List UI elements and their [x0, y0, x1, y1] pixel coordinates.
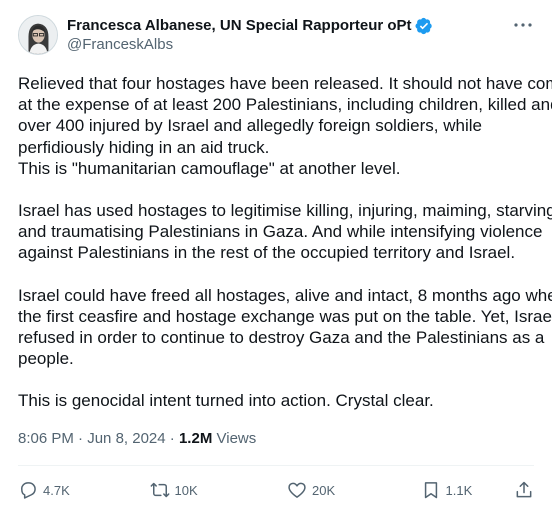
paragraph: Relieved that four hostages have been re… [18, 73, 552, 179]
more-options-icon[interactable] [512, 18, 534, 32]
text-line: Israel could have freed all hostages, al… [18, 285, 552, 305]
heart-icon [287, 480, 307, 500]
text-line: over 400 injured by Israel and allegedly… [18, 116, 482, 136]
avatar-image [19, 16, 57, 54]
tweet: Francesca Albanese, UN Special Rapporteu… [0, 0, 552, 511]
text-line: refused in order to continue to destroy … [18, 328, 545, 348]
paragraph: Israel could have freed all hostages, al… [18, 285, 552, 370]
timestamp-time[interactable]: 8:06 PM [18, 430, 74, 447]
paragraph: Israel has used hostages to legitimise k… [18, 200, 552, 264]
divider [18, 465, 534, 466]
text-line: perfidiously hiding in an aid truck. [18, 137, 270, 157]
text-line: at the expense of at least 200 Palestini… [18, 95, 552, 115]
text-line: This is genocidal intent turned into act… [18, 391, 434, 411]
timestamp-date[interactable]: Jun 8, 2024 [87, 430, 165, 447]
bookmark-count: 1.1K [445, 482, 473, 498]
bookmark-icon [421, 480, 441, 500]
repost-button[interactable]: 10K [150, 480, 220, 500]
text-line: against Palestinians in the rest of the … [18, 243, 516, 263]
text-line: Relieved that four hostages have been re… [18, 74, 552, 93]
author-names: Francesca Albanese, UN Special Rapporteu… [67, 16, 433, 54]
meta-separator: · [78, 429, 84, 447]
avatar[interactable] [18, 15, 58, 55]
text-line: This is "humanitarian camouflage" at ano… [18, 158, 401, 178]
reply-icon [18, 480, 38, 500]
verified-badge-icon[interactable] [415, 17, 433, 35]
like-button[interactable]: 20K [287, 480, 357, 500]
reply-button[interactable]: 4.7K [18, 480, 88, 500]
text-line: people. [18, 349, 74, 369]
like-count: 20K [312, 482, 336, 498]
tweet-header: Francesca Albanese, UN Special Rapporteu… [18, 15, 534, 61]
display-name[interactable]: Francesca Albanese, UN Special Rapporteu… [67, 16, 412, 35]
name-row: Francesca Albanese, UN Special Rapporteu… [67, 16, 433, 35]
bookmark-button[interactable]: 1.1K [421, 480, 491, 500]
meta-separator: · [169, 429, 175, 447]
action-bar: 4.7K 10K 20K 1.1K [18, 478, 534, 502]
views-label: Views [216, 429, 257, 447]
views-count: 1.2M [178, 429, 213, 447]
paragraph: This is genocidal intent turned into act… [18, 390, 534, 411]
text-line: Israel has used hostages to legitimise k… [18, 201, 552, 221]
tweet-text: Relieved that four hostages have been re… [18, 73, 552, 412]
repost-icon [150, 480, 170, 500]
tweet-meta: 8:06 PM · Jun 8, 2024 · 1.2M Views [18, 429, 534, 448]
share-icon [514, 480, 534, 500]
text-line: and traumatising Palestinians in Gaza. A… [18, 222, 543, 242]
handle[interactable]: @FranceskAlbs [67, 35, 433, 54]
share-button[interactable] [514, 480, 534, 500]
reply-count: 4.7K [43, 482, 70, 498]
repost-count: 10K [174, 482, 198, 498]
text-line: the first ceasfire and hostage exchange … [18, 306, 552, 326]
